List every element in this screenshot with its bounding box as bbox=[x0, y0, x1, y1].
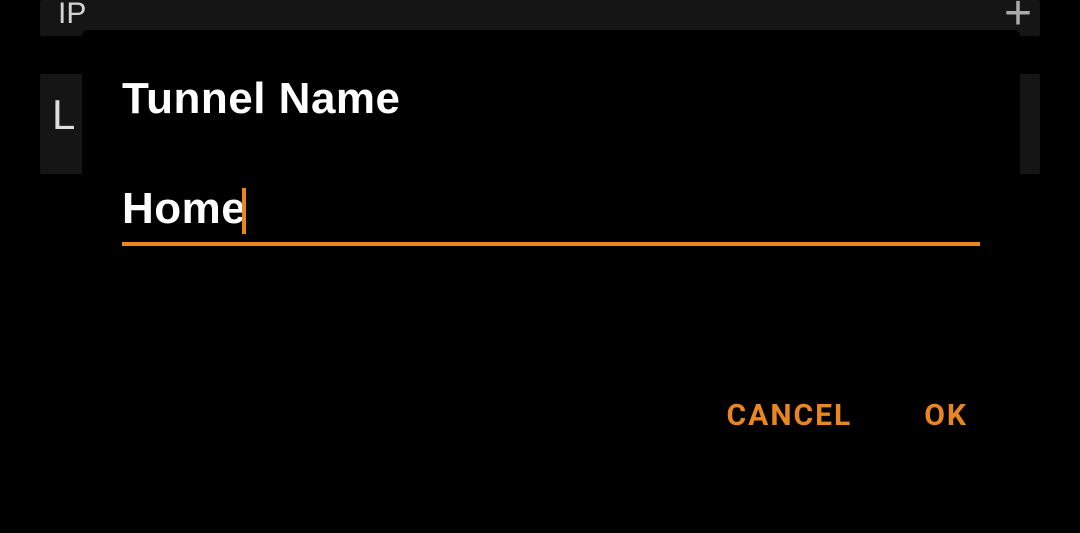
background-text-fragment-left: L bbox=[52, 94, 75, 136]
ok-button[interactable]: OK bbox=[924, 398, 968, 433]
tunnel-name-input[interactable] bbox=[122, 184, 246, 234]
background-text-fragment-top: IP bbox=[58, 0, 86, 28]
cancel-button[interactable]: CANCEL bbox=[727, 398, 853, 433]
tunnel-name-dialog: Tunnel Name CANCEL OK bbox=[82, 30, 1020, 533]
text-caret bbox=[242, 188, 246, 234]
dialog-actions: CANCEL OK bbox=[727, 398, 968, 433]
dialog-title: Tunnel Name bbox=[122, 74, 980, 124]
tunnel-name-input-wrap[interactable] bbox=[122, 184, 980, 246]
plus-icon: + bbox=[1004, 0, 1032, 34]
